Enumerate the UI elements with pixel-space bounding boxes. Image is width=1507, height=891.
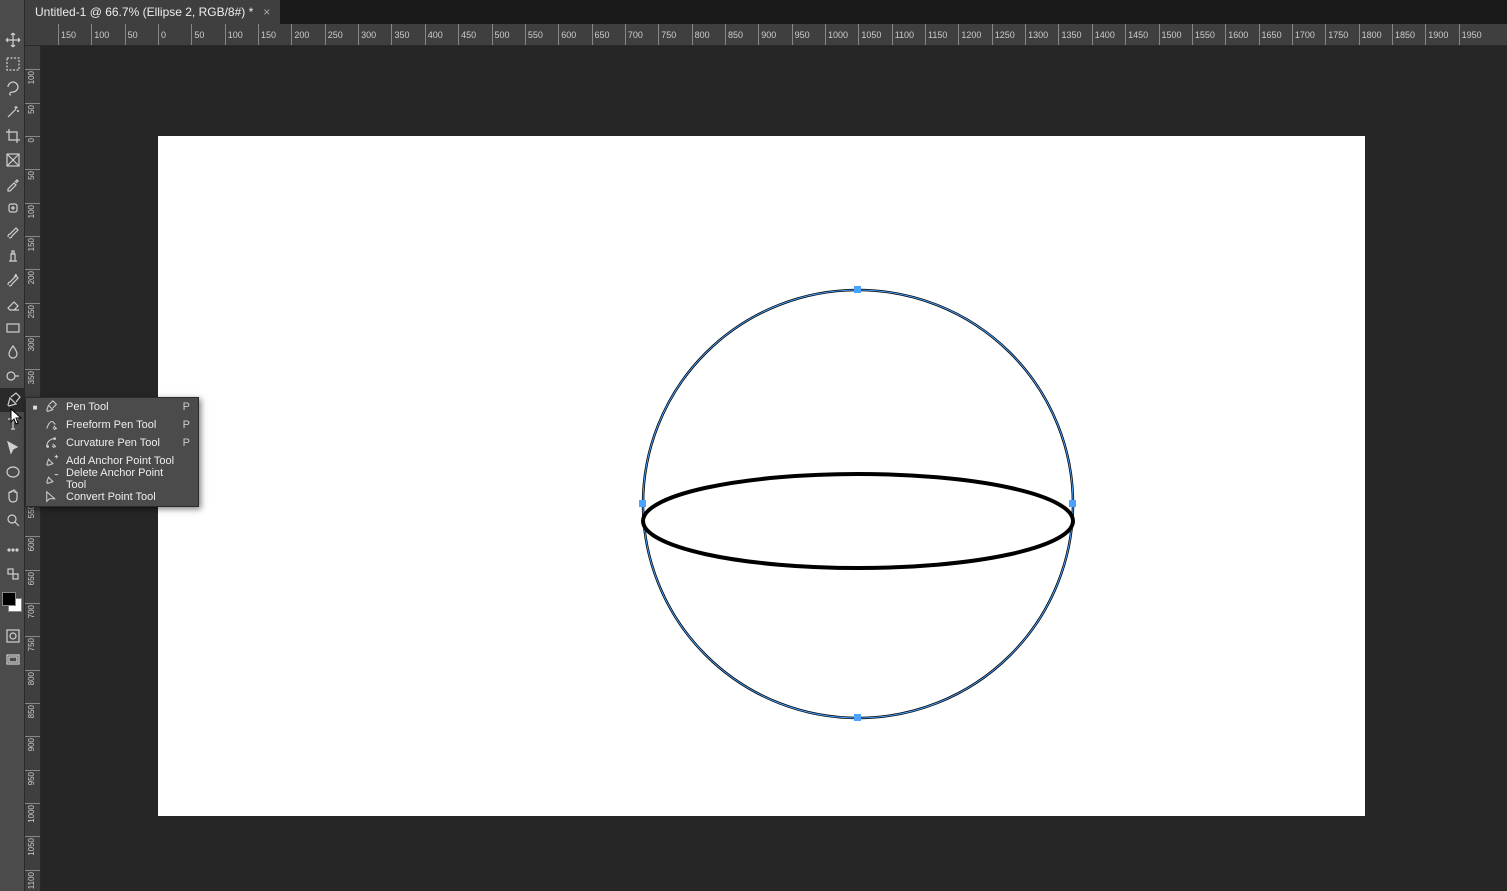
hand-tool[interactable] [0,484,25,508]
spot-healing-tool[interactable] [0,196,25,220]
ellipse-equator[interactable] [643,474,1073,568]
flyout-item-curvature-pen[interactable]: Curvature Pen Tool P [26,434,198,452]
move-tool[interactable] [0,28,25,52]
quick-mask-icon[interactable] [0,624,25,648]
crop-tool[interactable] [0,124,25,148]
flyout-item-label: Delete Anchor Point Tool [66,467,184,491]
flyout-item-label: Add Anchor Point Tool [66,455,184,467]
frame-tool[interactable] [0,148,25,172]
flyout-item-shortcut: P [183,437,192,449]
active-indicator: ■ [32,403,38,412]
flyout-item-label: Freeform Pen Tool [66,419,177,431]
anchor-point-left[interactable] [639,500,646,507]
type-tool[interactable] [0,412,25,436]
close-icon[interactable]: × [263,5,270,19]
curvature-pen-icon [44,435,60,451]
blur-tool[interactable] [0,340,25,364]
convert-point-icon [44,489,60,505]
shape-tool[interactable] [0,460,25,484]
swap-arrange-icon[interactable] [0,562,25,586]
dodge-tool[interactable] [0,364,25,388]
zoom-tool[interactable] [0,508,25,532]
pen-icon [44,399,60,415]
horizontal-ruler[interactable]: 1501005005010015020025030035040045050055… [25,24,1507,46]
anchor-point-bottom[interactable] [854,714,861,721]
history-brush-tool[interactable] [0,268,25,292]
flyout-item-label: Convert Point Tool [66,491,184,503]
ellipse-outer-selection [643,290,1073,718]
flyout-item-convert-point[interactable]: Convert Point Tool [26,488,198,506]
canvas[interactable] [158,136,1365,816]
screen-mode-icon[interactable] [0,648,25,672]
eraser-tool[interactable] [0,292,25,316]
delete-anchor-icon [44,471,60,487]
flyout-item-pen[interactable]: ■ Pen Tool P [26,398,198,416]
gradient-tool[interactable] [0,316,25,340]
flyout-item-shortcut: P [183,419,192,431]
eyedropper-tool[interactable] [0,172,25,196]
edit-toolbar-icon[interactable] [0,538,25,562]
color-swatch[interactable] [0,590,25,618]
anchor-point-top[interactable] [854,286,861,293]
pen-tool[interactable] [0,388,25,412]
path-selection-tool[interactable] [0,436,25,460]
document-tab-title: Untitled-1 @ 66.7% (Ellipse 2, RGB/8#) * [35,5,253,19]
ellipse-outer[interactable] [643,290,1073,718]
flyout-item-delete-anchor[interactable]: Delete Anchor Point Tool [26,470,198,488]
freeform-pen-icon [44,417,60,433]
artwork [158,136,1365,816]
document-tab-bar: Untitled-1 @ 66.7% (Ellipse 2, RGB/8#) *… [25,0,1507,24]
add-anchor-icon [44,453,60,469]
flyout-item-label: Curvature Pen Tool [66,437,177,449]
clone-stamp-tool[interactable] [0,244,25,268]
anchor-point-right[interactable] [1069,500,1076,507]
lasso-tool[interactable] [0,76,25,100]
magic-wand-tool[interactable] [0,100,25,124]
workspace [41,46,1507,891]
brush-tool[interactable] [0,220,25,244]
flyout-item-shortcut: P [183,401,192,413]
tools-panel [0,0,25,891]
flyout-item-label: Pen Tool [66,401,177,413]
pen-tool-flyout: ■Pen ToolPFreeform Pen ToolPCurvature Pe… [25,397,199,507]
foreground-color-swatch[interactable] [2,592,16,606]
marquee-tool[interactable] [0,52,25,76]
flyout-item-freeform-pen[interactable]: Freeform Pen Tool P [26,416,198,434]
document-tab[interactable]: Untitled-1 @ 66.7% (Ellipse 2, RGB/8#) *… [25,0,280,24]
